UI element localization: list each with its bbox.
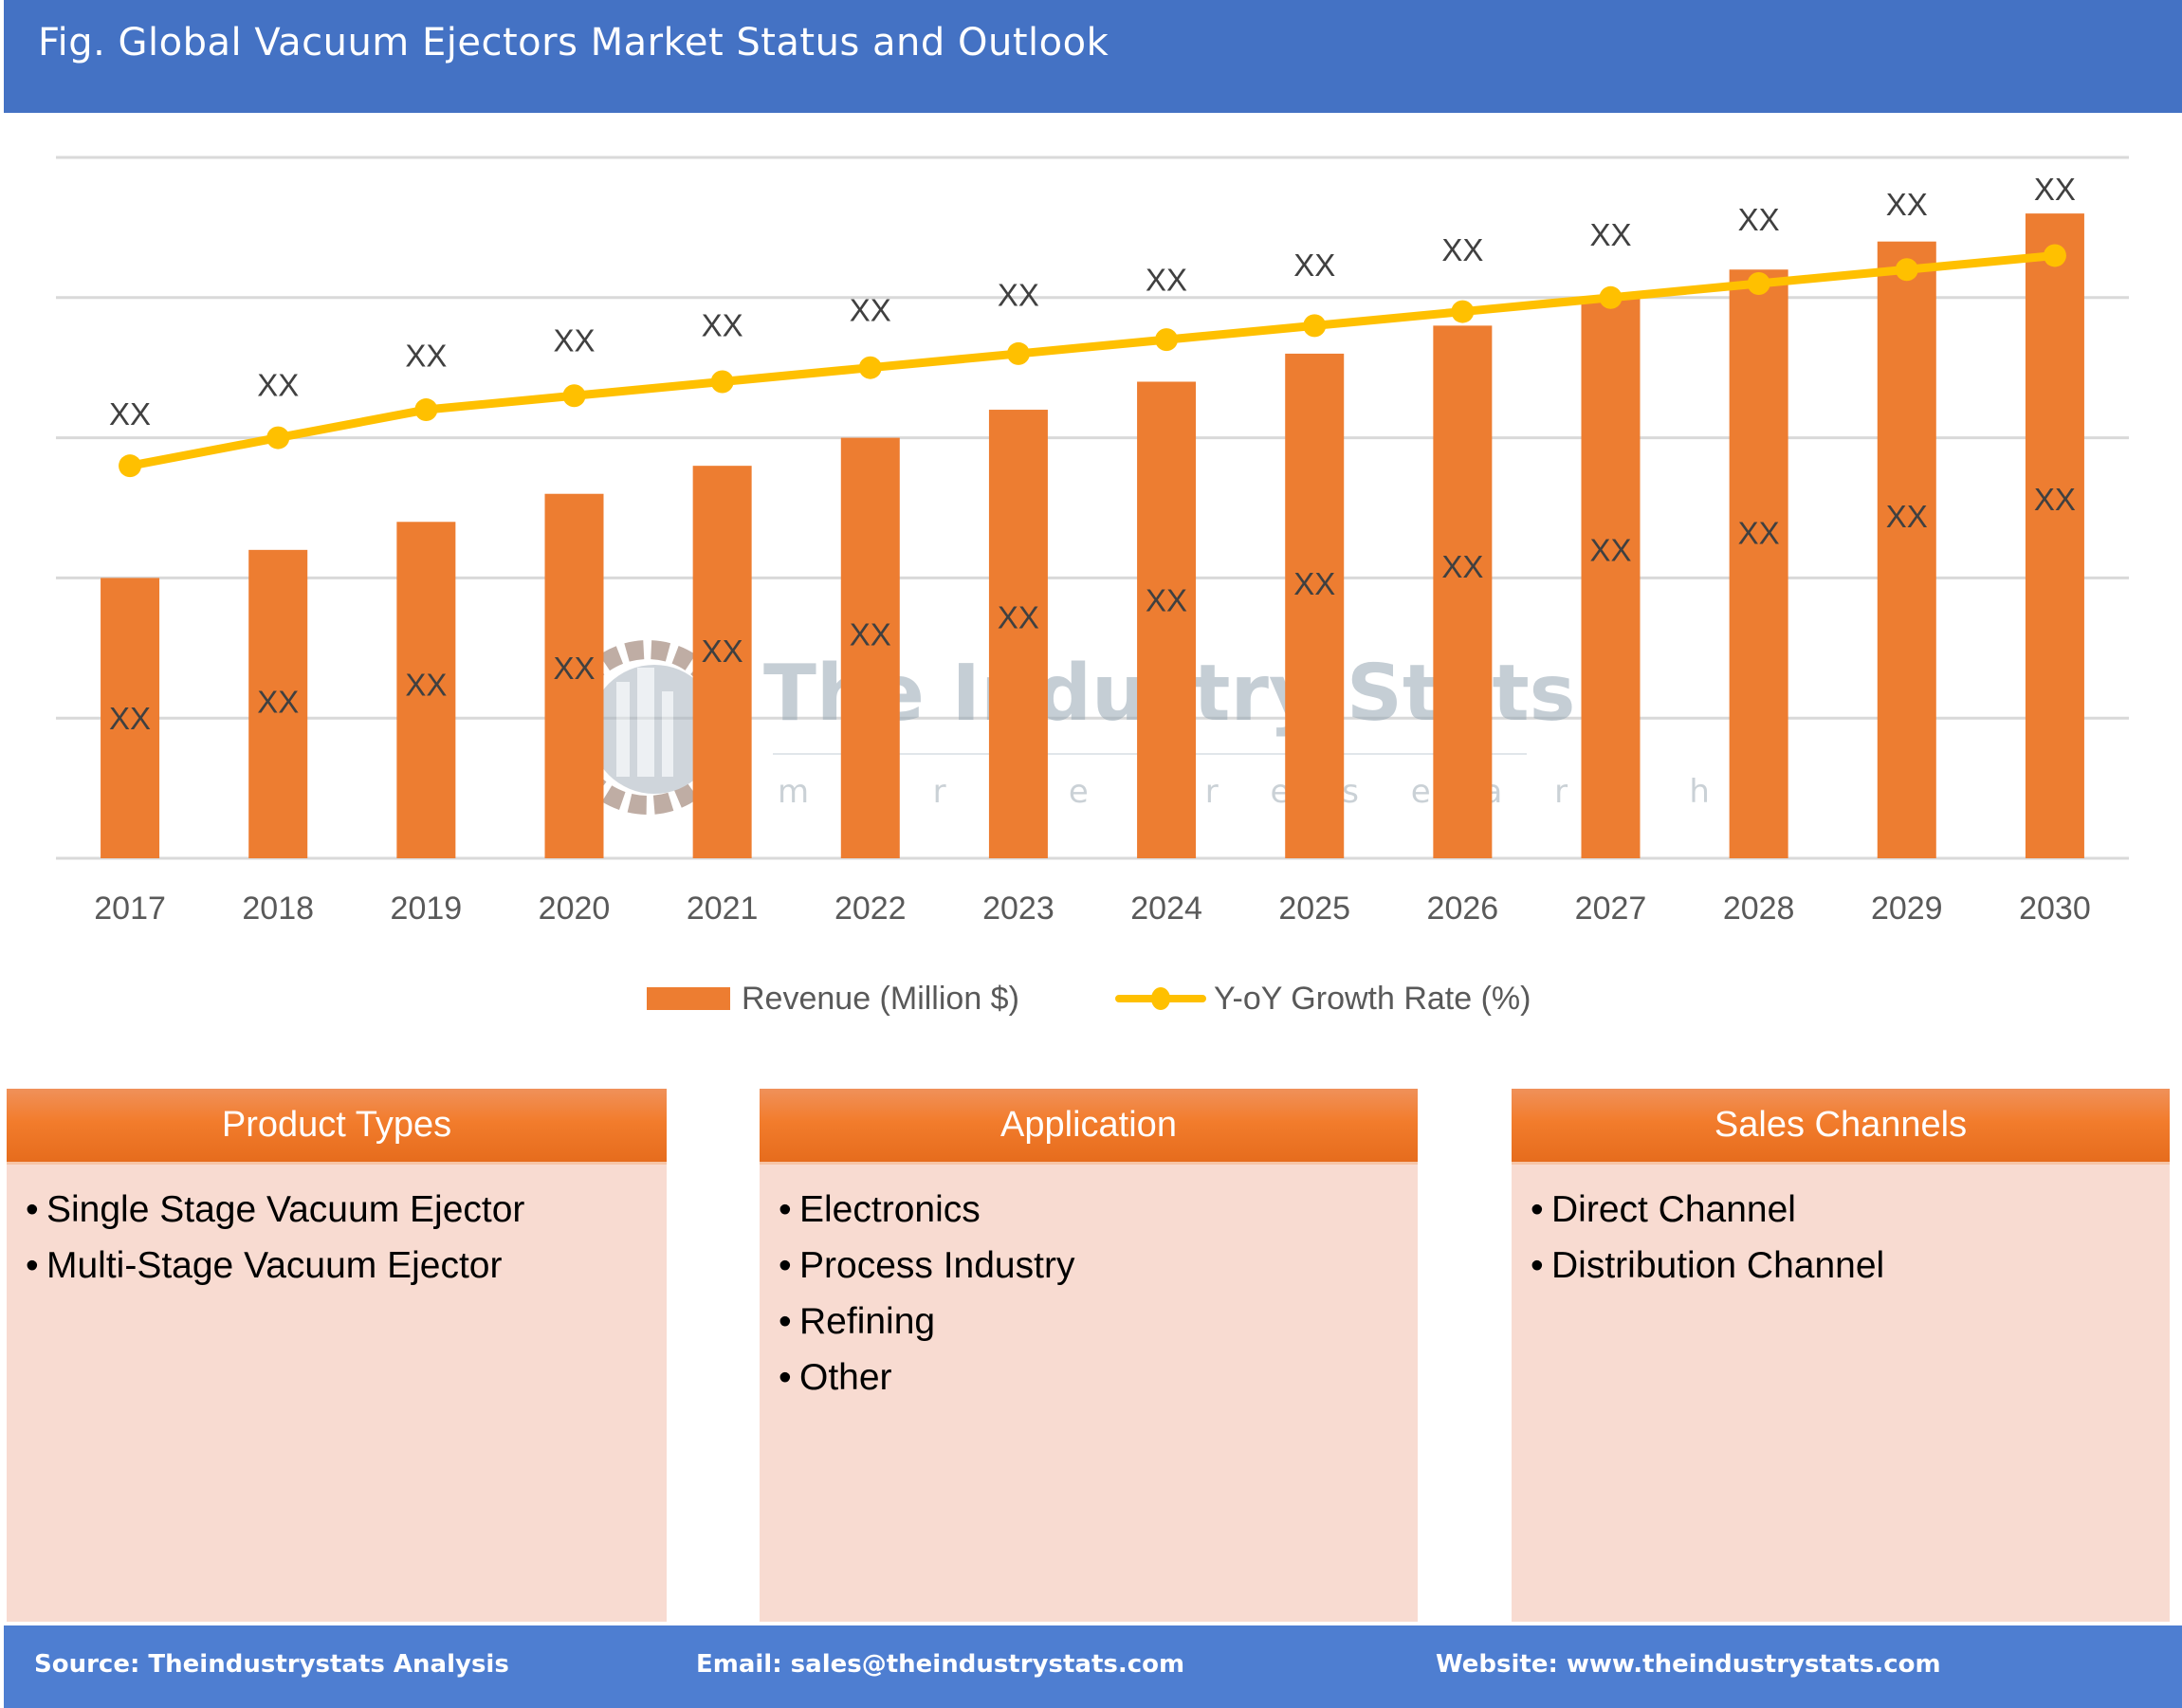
growth-point-2023 bbox=[1006, 341, 1030, 365]
x-tick-label: 2026 bbox=[1427, 891, 1499, 927]
bar-2029 bbox=[1877, 241, 1936, 858]
x-tick-label: 2019 bbox=[391, 891, 463, 927]
bar-data-label: XX bbox=[1441, 549, 1483, 584]
growth-data-label: XX bbox=[1146, 263, 1187, 298]
x-tick-label: 2030 bbox=[2019, 891, 2091, 927]
bar-data-label: XX bbox=[1293, 566, 1335, 601]
growth-data-label: XX bbox=[1886, 187, 1928, 222]
growth-data-label: XX bbox=[2034, 172, 2076, 207]
list-item: • Distribution Channel bbox=[1531, 1245, 1885, 1286]
footer-source: Source: Theindustrystats Analysis bbox=[34, 1650, 509, 1679]
growth-point-2029 bbox=[1895, 258, 1918, 282]
bar-data-label: XX bbox=[850, 616, 891, 652]
x-tick-label: 2017 bbox=[94, 891, 166, 927]
panel-header: Application bbox=[760, 1089, 1418, 1165]
bar-data-label: XX bbox=[702, 634, 743, 669]
panel-product-types: Product Types • Single Stage Vacuum Eject… bbox=[7, 1089, 667, 1622]
legend-label-revenue: Revenue (Million $) bbox=[742, 980, 1019, 1017]
footer-bar: Source: Theindustrystats Analysis Email:… bbox=[4, 1625, 2182, 1708]
bar-data-label: XX bbox=[998, 600, 1039, 635]
growth-data-label: XX bbox=[1738, 202, 1780, 237]
growth-point-2021 bbox=[710, 370, 734, 394]
bar-2028 bbox=[1729, 269, 1788, 858]
revenue-bars bbox=[101, 213, 2084, 858]
growth-point-2018 bbox=[266, 426, 290, 450]
bar-data-label: XX bbox=[405, 668, 447, 703]
growth-point-2026 bbox=[1451, 300, 1475, 323]
growth-point-2028 bbox=[1747, 272, 1770, 296]
page-title: Fig. Global Vacuum Ejectors Market Statu… bbox=[38, 21, 1109, 64]
growth-point-2030 bbox=[2043, 244, 2066, 267]
x-tick-label: 2021 bbox=[687, 891, 759, 927]
x-tick-label: 2020 bbox=[539, 891, 611, 927]
legend-bar-swatch-icon bbox=[647, 987, 730, 1010]
growth-point-2027 bbox=[1599, 285, 1623, 309]
x-tick-label: 2028 bbox=[1723, 891, 1795, 927]
list-item: • Direct Channel bbox=[1531, 1189, 1796, 1230]
list-item: • Single Stage Vacuum Ejector bbox=[26, 1189, 525, 1230]
x-tick-label: 2023 bbox=[982, 891, 1054, 927]
legend-item-growth: Y-oY Growth Rate (%) bbox=[1115, 977, 1531, 1020]
growth-point-2020 bbox=[562, 384, 586, 408]
bar-data-label: XX bbox=[1146, 583, 1187, 618]
chart-legend: Revenue (Million $) Y-oY Growth Rate (%) bbox=[0, 977, 2182, 1020]
x-tick-label: 2018 bbox=[242, 891, 314, 927]
x-tick-label: 2029 bbox=[1871, 891, 1943, 927]
x-tick-label: 2022 bbox=[834, 891, 907, 927]
x-axis-tick-labels: 2017 2018 2019 2020 2021 2022 2023 2024 2025 2026… bbox=[94, 891, 2090, 927]
bar-data-label: XX bbox=[2034, 482, 2076, 517]
panel-header: Product Types bbox=[7, 1089, 667, 1165]
bar-2026 bbox=[1433, 325, 1493, 858]
growth-point-2022 bbox=[858, 356, 882, 379]
panel-title: Application bbox=[1000, 1105, 1177, 1145]
panel-title: Product Types bbox=[221, 1105, 452, 1145]
bar-data-label: XX bbox=[1738, 516, 1780, 551]
growth-point-2017 bbox=[119, 454, 142, 478]
bar-data-label: XX bbox=[553, 651, 595, 686]
growth-point-2025 bbox=[1303, 314, 1327, 338]
growth-data-label: XX bbox=[850, 293, 891, 328]
bar-2025 bbox=[1285, 353, 1345, 858]
growth-point-2024 bbox=[1155, 328, 1179, 352]
panel-list: • Electronics • Process Industry • Refining… bbox=[760, 1165, 1418, 1405]
panel-title: Sales Channels bbox=[1714, 1105, 1968, 1145]
panel-list: • Direct Channel • Distribution Channel bbox=[1512, 1165, 2170, 1294]
bar-2030 bbox=[2025, 213, 2084, 858]
legend-item-revenue: Revenue (Million $) bbox=[647, 977, 1019, 1020]
panel-application: Application • Electronics • Process Indust… bbox=[760, 1089, 1418, 1622]
panel-header: Sales Channels bbox=[1512, 1089, 2170, 1165]
bar-2024 bbox=[1137, 381, 1197, 858]
list-item: • Electronics bbox=[779, 1189, 981, 1230]
growth-data-label: XX bbox=[405, 339, 447, 374]
bar-data-label: XX bbox=[1589, 532, 1631, 567]
bar-data-label: XX bbox=[1886, 499, 1928, 534]
list-item: • Other bbox=[779, 1357, 892, 1398]
growth-data-label: XX bbox=[109, 396, 151, 432]
growth-data-label: XX bbox=[702, 308, 743, 343]
growth-data-label: XX bbox=[1293, 248, 1335, 283]
growth-data-label: XX bbox=[257, 367, 299, 402]
panel-sales-channels: Sales Channels • Direct Channel • Distribu… bbox=[1512, 1089, 2170, 1622]
bar-2027 bbox=[1581, 297, 1641, 858]
growth-data-label: XX bbox=[553, 323, 595, 358]
growth-point-2019 bbox=[414, 398, 438, 422]
footer-website-link[interactable]: Website: www.theindustrystats.com bbox=[1436, 1650, 1941, 1679]
legend-label-growth: Y-oY Growth Rate (%) bbox=[1214, 980, 1531, 1017]
chart: The Industry Stats m a r k e t r e s e a… bbox=[56, 156, 2129, 927]
panel-list: • Single Stage Vacuum Ejector • Multi-Stag… bbox=[7, 1165, 667, 1294]
title-banner: Fig. Global Vacuum Ejectors Market Statu… bbox=[4, 0, 2182, 113]
x-tick-label: 2024 bbox=[1130, 891, 1202, 927]
legend-line-swatch-icon bbox=[1115, 987, 1206, 1010]
x-tick-label: 2025 bbox=[1278, 891, 1350, 927]
footer-email-link[interactable]: Email: sales@theindustrystats.com bbox=[696, 1650, 1184, 1679]
list-item: • Refining bbox=[779, 1301, 936, 1342]
list-item: • Multi-Stage Vacuum Ejector bbox=[26, 1245, 503, 1286]
bar-data-label: XX bbox=[109, 701, 151, 736]
growth-data-label: XX bbox=[1441, 232, 1483, 267]
x-tick-label: 2027 bbox=[1575, 891, 1647, 927]
growth-data-label: XX bbox=[998, 278, 1039, 313]
list-item: • Process Industry bbox=[779, 1245, 1075, 1286]
growth-data-label: XX bbox=[1589, 217, 1631, 252]
bar-data-label: XX bbox=[257, 684, 299, 719]
